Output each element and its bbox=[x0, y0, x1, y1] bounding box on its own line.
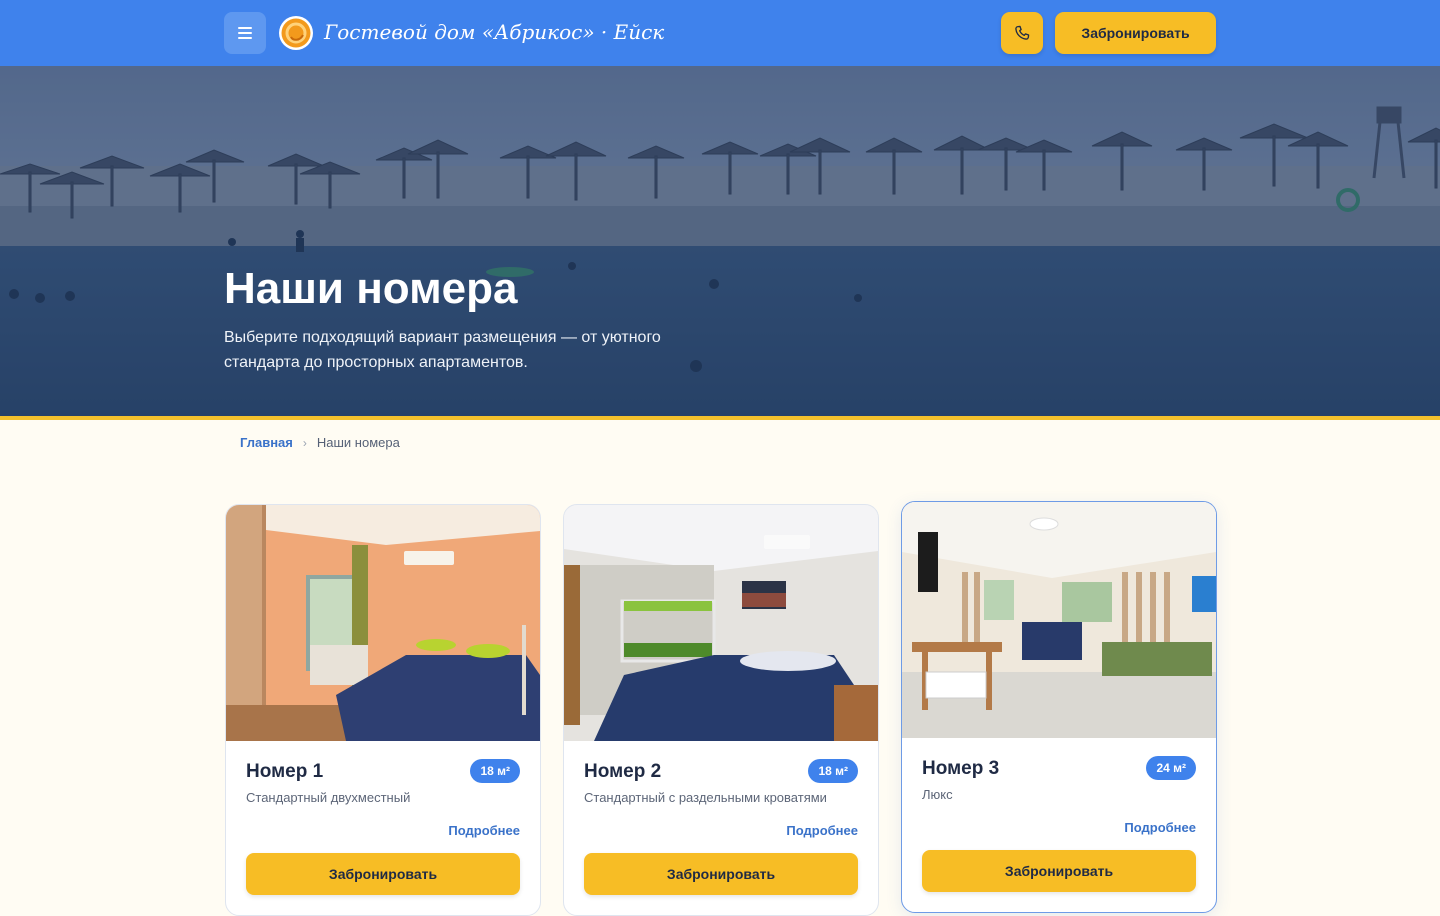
room-title[interactable]: Номер 3 bbox=[922, 758, 999, 780]
breadcrumb-current: Наши номера bbox=[316, 435, 400, 450]
room-description: Люкс bbox=[922, 787, 953, 802]
room-area-badge: 18 м² bbox=[470, 759, 520, 783]
room-photo[interactable] bbox=[564, 505, 878, 741]
room-book-button[interactable]: Забронировать bbox=[584, 853, 858, 895]
room-book-button[interactable]: Забронировать bbox=[246, 853, 520, 895]
room-area-badge: 18 м² bbox=[808, 759, 858, 783]
top-navigation-bar: Гостевой дом «Абрикос» · Ейск Заброниров… bbox=[0, 0, 1440, 66]
room-title[interactable]: Номер 1 bbox=[246, 761, 323, 783]
room-photo[interactable] bbox=[226, 505, 540, 741]
room-details-link[interactable]: Подробнее bbox=[1124, 820, 1196, 835]
room-photo[interactable] bbox=[902, 502, 1216, 738]
breadcrumb-home-link[interactable]: Главная bbox=[240, 435, 293, 450]
phone-button[interactable] bbox=[1001, 12, 1043, 54]
breadcrumb: Главная › Наши номера bbox=[240, 435, 400, 450]
hero-divider bbox=[0, 416, 1440, 420]
room-area-badge: 24 м² bbox=[1146, 756, 1196, 780]
room-description: Стандартный с раздельными кроватями bbox=[584, 790, 827, 805]
room-details-link[interactable]: Подробнее bbox=[786, 823, 858, 838]
brand-name[interactable]: Гостевой дом «Абрикос» · Ейск bbox=[324, 20, 664, 44]
header-book-button[interactable]: Забронировать bbox=[1055, 12, 1216, 54]
hero-subtitle: Выберите подходящий вариант размещения —… bbox=[224, 329, 661, 371]
room-details-link[interactable]: Подробнее bbox=[448, 823, 520, 838]
room-title[interactable]: Номер 2 bbox=[584, 761, 661, 783]
breadcrumb-separator: › bbox=[302, 435, 307, 450]
apricot-logo-icon[interactable] bbox=[278, 15, 314, 51]
hero-banner: Наши номера Выберите подходящий вариант … bbox=[0, 66, 1440, 416]
room-card[interactable]: Номер 3 24 м² Люкс Подробнее Забронирова… bbox=[901, 501, 1217, 913]
room-description: Стандартный двухместный bbox=[246, 790, 411, 805]
phone-icon bbox=[1015, 25, 1030, 40]
room-card[interactable]: Номер 1 18 м² Стандартный двухместный По… bbox=[225, 504, 541, 916]
page-title: Наши номера bbox=[224, 264, 518, 313]
menu-button[interactable] bbox=[224, 12, 266, 54]
room-book-button[interactable]: Забронировать bbox=[922, 850, 1196, 892]
hamburger-icon bbox=[238, 27, 252, 39]
room-card[interactable]: Номер 2 18 м² Стандартный с раздельными … bbox=[563, 504, 879, 916]
